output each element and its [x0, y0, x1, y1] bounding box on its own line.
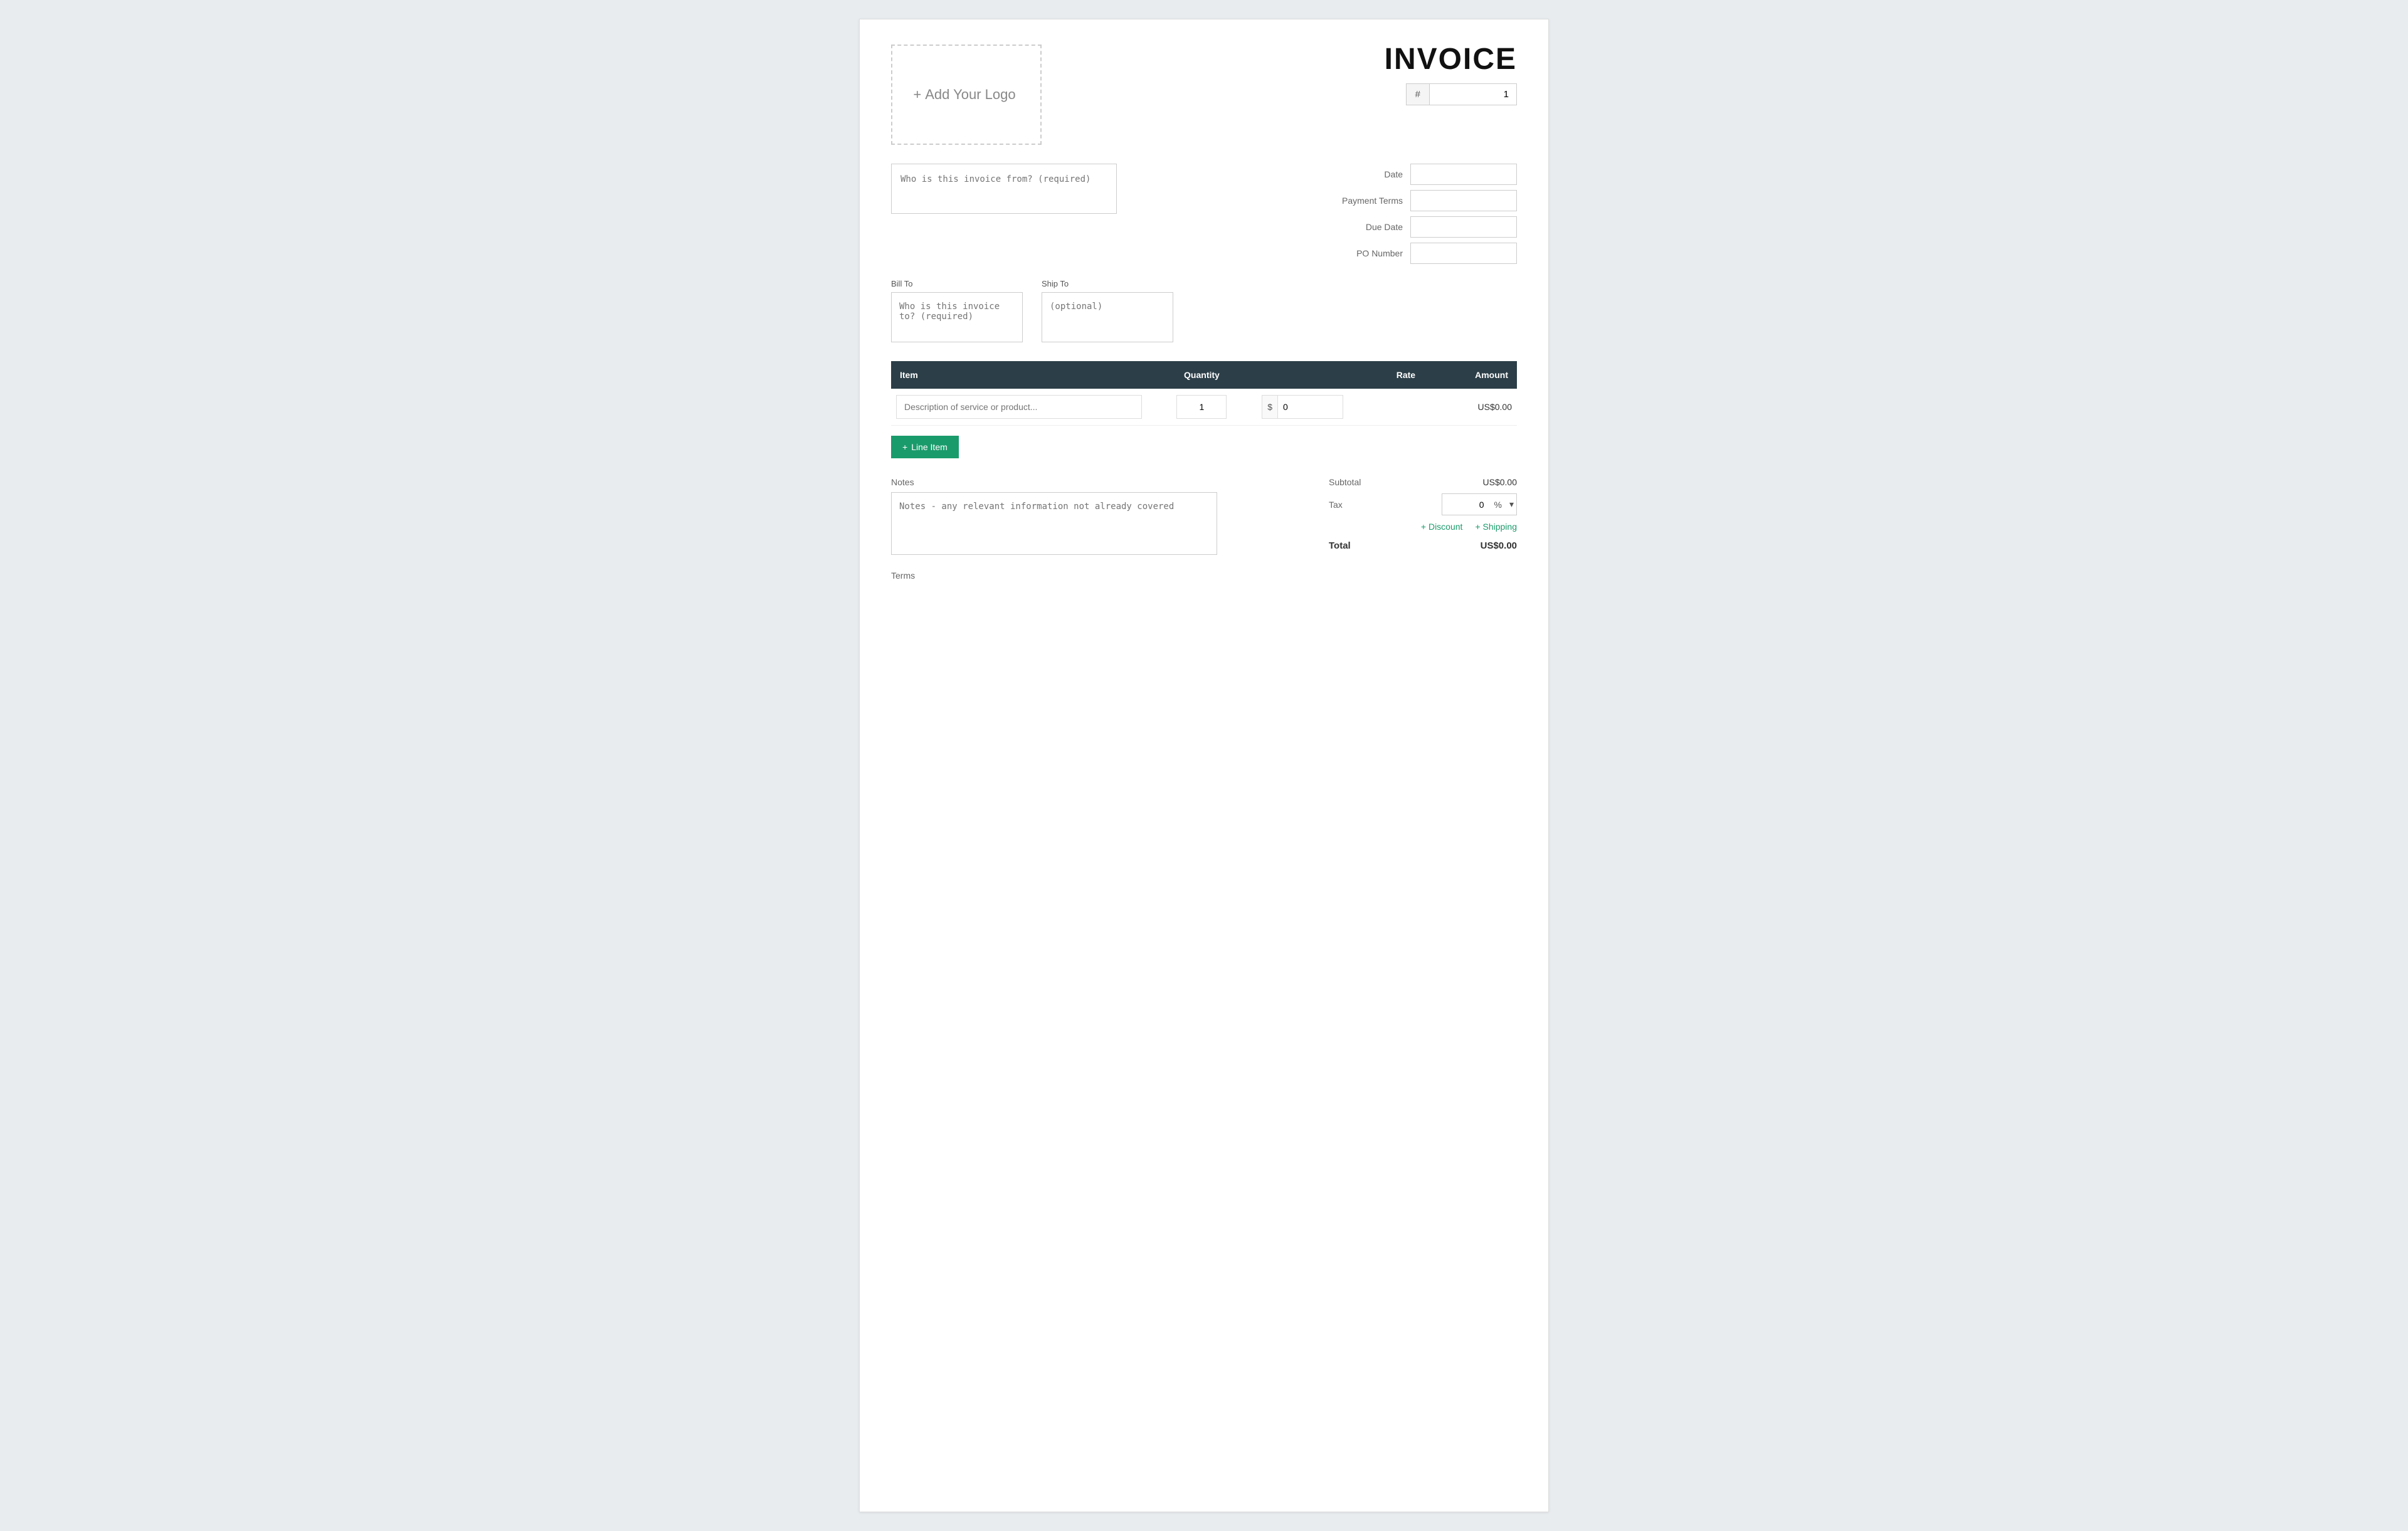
notes-textarea[interactable]: [891, 492, 1217, 555]
po-number-input[interactable]: [1410, 243, 1517, 264]
bill-to-block: Bill To: [891, 279, 1023, 342]
col-rate-header: Rate: [1257, 361, 1424, 389]
item-description-input[interactable]: [896, 395, 1142, 419]
terms-label: Terms: [891, 571, 1304, 581]
due-date-row: Due Date: [1328, 216, 1517, 238]
rate-currency-symbol: $: [1262, 396, 1278, 418]
col-quantity-header: Quantity: [1147, 361, 1257, 389]
from-section: Date Payment Terms Due Date PO Number: [891, 164, 1517, 264]
payment-terms-input[interactable]: [1410, 190, 1517, 211]
due-date-label: Due Date: [1328, 222, 1403, 232]
invoice-title-area: INVOICE #: [1385, 45, 1517, 105]
payment-terms-label: Payment Terms: [1328, 196, 1403, 206]
date-row: Date: [1328, 164, 1517, 185]
tax-percent-symbol: %: [1489, 495, 1507, 515]
tax-label: Tax: [1329, 500, 1343, 510]
date-fields: Date Payment Terms Due Date PO Number: [1328, 164, 1517, 264]
table-row: $ US$0.00: [891, 389, 1517, 426]
logo-add-label: Add Your Logo: [925, 87, 1015, 103]
invoice-number-row: #: [1385, 83, 1517, 105]
invoice-number-input[interactable]: [1429, 83, 1517, 105]
po-number-label: PO Number: [1328, 248, 1403, 258]
header-section: + Add Your Logo INVOICE #: [891, 45, 1517, 145]
payment-terms-row: Payment Terms: [1328, 190, 1517, 211]
invoice-title: INVOICE: [1385, 45, 1517, 75]
col-item-header: Item: [891, 361, 1147, 389]
col-amount-header: Amount: [1424, 361, 1517, 389]
total-final-value: US$0.00: [1481, 540, 1517, 551]
from-input[interactable]: [891, 164, 1117, 214]
add-discount-link[interactable]: + Discount: [1421, 522, 1463, 532]
ship-to-block: Ship To: [1042, 279, 1173, 342]
rate-input-wrapper: $: [1262, 395, 1343, 419]
bill-to-input[interactable]: [891, 292, 1023, 342]
invoice-container: + Add Your Logo INVOICE # Date Payment T…: [859, 19, 1549, 1512]
bill-ship-left: Bill To Ship To: [891, 279, 1173, 342]
add-shipping-link[interactable]: + Shipping: [1475, 522, 1517, 532]
bill-ship-section: Bill To Ship To: [891, 279, 1517, 342]
add-line-label: Line Item: [911, 442, 948, 452]
notes-section: Notes Terms: [891, 477, 1304, 581]
total-final-label: Total: [1329, 540, 1351, 551]
table-header-row: Item Quantity Rate Amount: [891, 361, 1517, 389]
due-date-input[interactable]: [1410, 216, 1517, 238]
invoice-number-hash: #: [1406, 83, 1429, 105]
plus-icon: +: [913, 87, 921, 103]
items-table: Item Quantity Rate Amount $: [891, 361, 1517, 426]
item-quantity-input[interactable]: [1176, 395, 1227, 419]
ship-to-label: Ship To: [1042, 279, 1173, 288]
date-label: Date: [1328, 169, 1403, 179]
item-quantity-cell: [1147, 389, 1257, 426]
tax-input[interactable]: [1442, 495, 1489, 515]
tax-input-wrapper: % ▾: [1442, 493, 1517, 515]
subtotal-value: US$0.00: [1483, 477, 1517, 487]
item-amount-cell: US$0.00: [1424, 389, 1517, 426]
po-number-row: PO Number: [1328, 243, 1517, 264]
add-line-item-button[interactable]: + Line Item: [891, 436, 959, 458]
subtotal-row: Subtotal US$0.00: [1329, 477, 1517, 487]
item-description-cell: [891, 389, 1147, 426]
item-rate-cell: $: [1257, 389, 1424, 426]
bill-to-label: Bill To: [891, 279, 1023, 288]
totals-section: Subtotal US$0.00 Tax % ▾ + Discount + Sh…: [1329, 477, 1517, 581]
tax-dropdown-icon[interactable]: ▾: [1507, 494, 1516, 515]
total-final-row: Total US$0.00: [1329, 540, 1517, 551]
logo-upload-area[interactable]: + Add Your Logo: [891, 45, 1042, 145]
subtotal-label: Subtotal: [1329, 477, 1361, 487]
rate-input[interactable]: [1278, 396, 1343, 418]
bottom-section: Notes Terms Subtotal US$0.00 Tax % ▾ + D…: [891, 477, 1517, 581]
add-line-icon: +: [902, 442, 907, 452]
terms-section: Terms: [891, 571, 1304, 581]
discount-shipping-row: + Discount + Shipping: [1329, 522, 1517, 532]
tax-row: Tax % ▾: [1329, 493, 1517, 515]
date-input[interactable]: [1410, 164, 1517, 185]
ship-to-input[interactable]: [1042, 292, 1173, 342]
notes-label: Notes: [891, 477, 1304, 487]
